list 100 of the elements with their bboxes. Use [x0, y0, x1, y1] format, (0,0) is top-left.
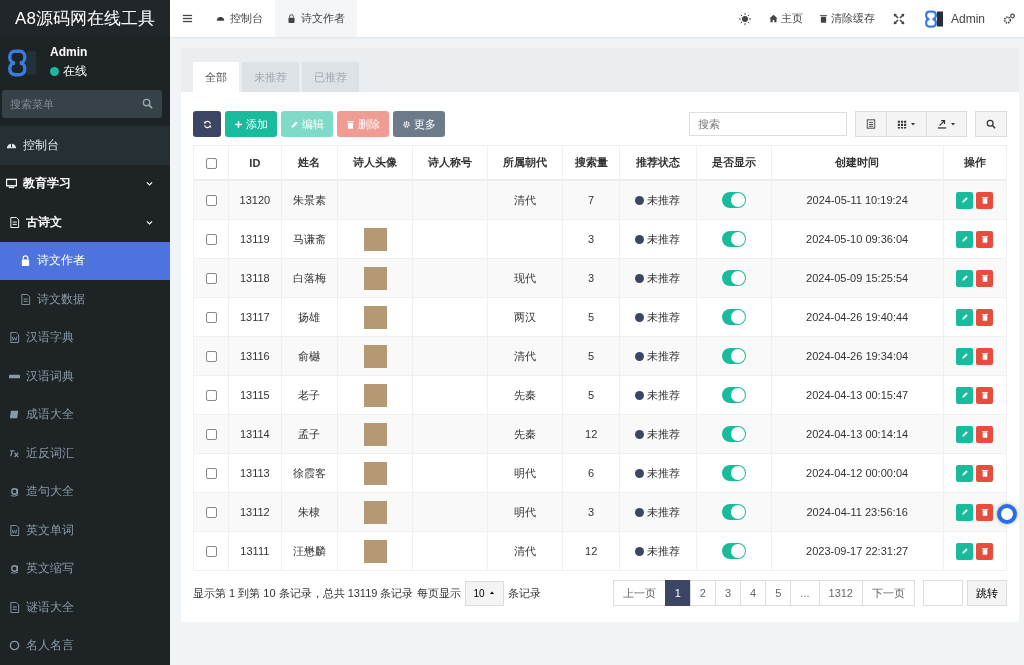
sidebar-item[interactable]: 古诗文 — [0, 203, 170, 242]
delete-button[interactable] — [976, 347, 994, 365]
page-tab[interactable]: 控制台 — [204, 0, 275, 37]
edit-button[interactable] — [956, 347, 974, 365]
search-button[interactable] — [975, 111, 1007, 137]
trash-icon — [980, 430, 989, 438]
table-cell: 现代 — [514, 271, 537, 284]
jump-button[interactable]: 跳转 — [967, 580, 1007, 606]
delete-button[interactable] — [976, 425, 994, 443]
table-cell: 两汉 — [514, 310, 537, 323]
page-button[interactable]: 5 — [765, 580, 792, 606]
row-checkbox[interactable] — [205, 351, 217, 363]
columns-button[interactable] — [887, 111, 927, 137]
dashboard-icon — [216, 14, 225, 23]
edit-button[interactable] — [956, 308, 974, 326]
delete-button[interactable] — [976, 386, 994, 404]
toolbar-button[interactable]: 更多 — [393, 111, 445, 137]
edit-button[interactable] — [956, 464, 974, 482]
fullscreen-icon[interactable] — [893, 12, 905, 25]
user-name[interactable]: Admin — [943, 11, 993, 26]
visibility-toggle[interactable] — [721, 426, 746, 442]
edit-button[interactable] — [956, 269, 974, 287]
visibility-toggle[interactable] — [721, 270, 746, 286]
row-checkbox[interactable] — [205, 273, 217, 285]
clear-cache-link[interactable]: 清除缓存 — [811, 11, 883, 26]
delete-button[interactable] — [976, 503, 994, 521]
visibility-toggle[interactable] — [721, 309, 746, 325]
sidebar-item[interactable]: 造句大全 — [0, 472, 170, 511]
row-checkbox[interactable] — [205, 546, 217, 558]
delete-button[interactable] — [976, 308, 994, 326]
refresh-button[interactable] — [193, 111, 221, 137]
page-button[interactable]: 2 — [689, 580, 716, 606]
export-icon — [937, 119, 947, 129]
search-field[interactable]: 搜索 — [689, 112, 847, 136]
table-cell: 3 — [562, 258, 620, 298]
row-checkbox[interactable] — [205, 195, 217, 207]
sidebar-item[interactable]: 控制台 — [0, 126, 170, 165]
sidebar-item[interactable]: 英文缩写 — [0, 549, 170, 588]
previous-page-button[interactable]: 上一页 — [612, 580, 666, 606]
sidebar-item[interactable]: 近反词汇 — [0, 434, 170, 473]
page-button[interactable]: ... — [790, 580, 820, 606]
table-cell: 13111 — [228, 531, 282, 571]
filter-tab[interactable]: 全部 — [193, 62, 239, 92]
table-cell: 6 — [562, 453, 620, 493]
status-dot — [635, 390, 645, 400]
row-checkbox[interactable] — [205, 429, 217, 441]
delete-button[interactable] — [976, 230, 994, 248]
visibility-toggle[interactable] — [721, 504, 746, 520]
row-checkbox[interactable] — [205, 507, 217, 519]
sidebar-item[interactable]: 英文单词 — [0, 511, 170, 550]
edit-button[interactable] — [956, 191, 974, 209]
caret-icon — [950, 121, 956, 127]
visibility-toggle[interactable] — [721, 348, 746, 364]
sun-icon[interactable] — [739, 12, 751, 25]
delete-button[interactable] — [976, 542, 994, 560]
edit-button[interactable] — [956, 386, 974, 404]
sidebar-item[interactable]: 谜语大全 — [0, 588, 170, 627]
menu-search-field[interactable]: 搜索菜单 — [2, 90, 162, 118]
sidebar-item[interactable]: 汉语字典 — [0, 318, 170, 357]
sidebar-item[interactable]: 教育学习 — [0, 164, 170, 203]
select-all-checkbox[interactable] — [205, 157, 217, 169]
delete-button[interactable] — [976, 191, 994, 209]
list-view-button[interactable] — [855, 111, 887, 137]
lock-icon — [287, 14, 296, 23]
sidebar-item[interactable]: 成语大全 — [0, 395, 170, 434]
delete-button[interactable] — [976, 269, 994, 287]
edit-button[interactable] — [956, 230, 974, 248]
home-link[interactable]: 主页 — [761, 11, 811, 26]
caret-icon — [488, 590, 495, 596]
table-cell: 13117 — [228, 297, 282, 337]
page-button[interactable]: 1 — [664, 580, 691, 606]
trash-icon — [980, 274, 989, 282]
sidebar-item[interactable]: 汉语词典 — [0, 357, 170, 396]
table-cell: 先秦 — [514, 427, 537, 440]
visibility-toggle[interactable] — [721, 543, 746, 559]
row-checkbox[interactable] — [205, 390, 217, 402]
edit-button[interactable] — [956, 503, 974, 521]
sidebar-item[interactable]: 诗文数据 — [0, 280, 170, 319]
visibility-toggle[interactable] — [721, 387, 746, 403]
edit-button[interactable] — [956, 542, 974, 560]
row-checkbox[interactable] — [205, 234, 217, 246]
trash-icon — [980, 235, 989, 243]
menu-icon[interactable] — [181, 13, 193, 24]
edit-button[interactable] — [956, 425, 974, 443]
visibility-toggle[interactable] — [721, 465, 746, 481]
visibility-toggle[interactable] — [721, 231, 746, 247]
visibility-toggle[interactable] — [721, 192, 746, 208]
row-checkbox[interactable] — [205, 468, 217, 480]
sidebar-item[interactable]: 诗文作者 — [0, 241, 170, 280]
next-page-button[interactable]: 下一页 — [862, 580, 915, 606]
export-button[interactable] — [927, 111, 967, 137]
page-size-dropdown[interactable]: 10 — [464, 580, 504, 606]
page-number-field[interactable] — [923, 580, 963, 606]
trash-icon — [980, 391, 989, 399]
page-tab[interactable]: 诗文作者 — [275, 0, 357, 37]
row-checkbox[interactable] — [205, 312, 217, 324]
page-button[interactable]: 4 — [740, 580, 767, 606]
delete-button[interactable] — [976, 464, 994, 482]
page-button[interactable]: 1312 — [818, 580, 863, 606]
sidebar-item[interactable]: 名人名言 — [0, 626, 170, 665]
